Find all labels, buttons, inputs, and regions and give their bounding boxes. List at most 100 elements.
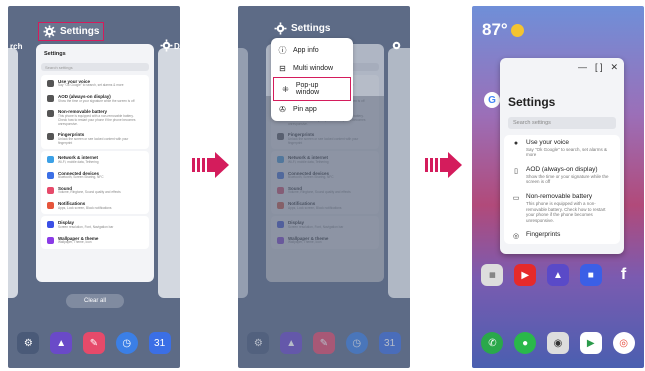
calendar-app-icon[interactable]: 31 <box>378 332 401 354</box>
settings-row[interactable]: Connected devices Bluetooth, Screen Shari… <box>41 168 149 183</box>
sound-icon <box>47 186 54 194</box>
facebook-icon[interactable]: f <box>613 264 635 286</box>
recents-screen-1: rch D Settings Settings Search settings … <box>8 6 180 368</box>
calendar-app-icon[interactable]: 31 <box>148 332 171 354</box>
camera-app-icon[interactable]: ◉ <box>546 332 569 354</box>
bell-icon <box>47 202 54 210</box>
gear-icon <box>160 39 173 52</box>
sun-icon <box>510 24 524 38</box>
notes-app-icon[interactable]: ✎ <box>82 332 105 354</box>
settings-group-2: Network & internet Wi-Fi, mobile data, Te… <box>41 151 149 215</box>
settings-row[interactable]: Non-removable batteryThis phone is equip… <box>41 106 149 129</box>
google-search-icon[interactable]: G <box>484 92 500 108</box>
row-subtitle: Wallpaper, Theme, Icon <box>58 240 92 245</box>
camera-video-icon[interactable]: ■ <box>579 264 602 286</box>
menu-item-label: Multi window <box>293 65 334 72</box>
app-context-menu: ⓘ App info ⊟ Multi window ⁜ Pop-up window ✇… <box>271 38 353 121</box>
settings-group-3: Display Screen resolution, Font, Navigati… <box>41 216 149 249</box>
settings-gear-icon <box>43 25 56 38</box>
popup-settings-row[interactable]: ● Use your voice Say "Ok Google" to search… <box>504 135 620 162</box>
minimize-icon[interactable]: — <box>578 62 587 73</box>
row-title: Non-removable battery <box>526 193 593 201</box>
menu-item-label: Pin app <box>293 106 317 113</box>
gallery-app-icon[interactable]: ▲ <box>50 332 73 354</box>
settings-row[interactable]: AOD (always-on display)Show the time or … <box>41 91 149 106</box>
row-subtitle: Say "Ok Google" to search, set alarms & … <box>526 146 607 158</box>
popup-search-field[interactable]: Search settings <box>508 117 616 129</box>
settings-app-card[interactable]: Settings Search settings Use your voice S… <box>36 44 154 282</box>
row-subtitle: Say "Ok Google" to search, set alarms & … <box>58 83 124 88</box>
gear-icon <box>392 41 401 50</box>
menu-item-popup-window[interactable]: ⁜ Pop-up window <box>273 77 351 101</box>
battery-icon: ▭ <box>512 195 520 203</box>
settings-row[interactable]: Fingerprints Unlock the screen or see loc… <box>41 129 149 148</box>
clear-all-button[interactable]: Clear all <box>66 294 124 308</box>
next-step-arrow <box>192 152 229 178</box>
gallery-app-icon[interactable]: ▲ <box>280 332 303 354</box>
dock: ⚙ ▲ ✎ ◷ 31 <box>12 326 176 360</box>
clock-app-icon[interactable]: ◷ <box>345 332 368 354</box>
next-step-arrow <box>425 152 462 178</box>
settings-app-icon[interactable]: ⚙ <box>17 332 40 354</box>
settings-row[interactable]: Notifications Apps, Lock screen, Block no… <box>41 198 149 213</box>
previous-app-card[interactable] <box>8 48 18 298</box>
settings-app-icon[interactable]: ⚙ <box>247 332 270 354</box>
chrome-icon[interactable]: ◎ <box>612 332 635 354</box>
settings-row[interactable]: Sound Volume, Ringtone, Sound quality and… <box>41 183 149 198</box>
clock-app-icon[interactable]: ◷ <box>115 332 138 354</box>
row-subtitle: Volume, Ringtone, Sound quality and effe… <box>58 190 121 195</box>
row-title: Use your voice <box>526 139 569 146</box>
popup-controls: — [ ] ✕ <box>500 58 624 77</box>
gallery-app-icon[interactable]: ▲ <box>546 264 569 286</box>
menu-item-pin-app[interactable]: ✇ Pin app <box>271 101 353 118</box>
popup-title: Settings <box>508 95 556 109</box>
settings-row[interactable]: Wallpaper & theme Wallpaper, Theme, Icon <box>41 233 149 248</box>
maximize-icon[interactable]: [ ] <box>595 62 603 73</box>
next-app-card[interactable] <box>388 48 410 298</box>
menu-item-label: Pop-up window <box>295 82 320 96</box>
close-icon[interactable]: ✕ <box>610 62 618 73</box>
settings-gear-icon <box>274 22 287 35</box>
menu-item-multi-window[interactable]: ⊟ Multi window <box>271 60 353 77</box>
popup-settings-row[interactable]: ▭ Non-removable battery This phone is equi… <box>504 189 620 227</box>
menu-scrim <box>266 96 384 282</box>
popup-settings-row[interactable]: ▯ AOD (always-on display) Show the time or… <box>504 162 620 189</box>
app-title-highlighted[interactable]: Settings <box>38 22 105 41</box>
pin-icon: ✇ <box>279 105 286 114</box>
next-app-card[interactable] <box>158 48 180 298</box>
row-subtitle: Screen resolution, Font, Navigation bar <box>58 224 114 229</box>
settings-row[interactable]: Network & internet Wi-Fi, mobile data, Te… <box>41 152 149 167</box>
recents-screen-2: Settings Settings Search settings Use yo… <box>238 6 410 368</box>
fingerprint-icon <box>47 133 54 141</box>
weather-widget[interactable]: 87° <box>482 20 524 40</box>
row-subtitle: This phone is equipped with a non-remova… <box>58 113 136 126</box>
mic-icon: ● <box>513 140 519 147</box>
home-apps-row: ▦ ▶ ▲ ■ f <box>476 264 640 286</box>
app-title-bar[interactable]: Settings <box>274 22 330 35</box>
notes-app-icon[interactable]: ✎ <box>312 332 335 354</box>
folder-icon[interactable]: ▦ <box>481 264 504 286</box>
settings-row[interactable]: Use your voiceSay "Ok Google" to search,… <box>41 76 149 91</box>
youtube-icon[interactable]: ▶ <box>514 264 537 286</box>
display-icon <box>47 221 54 229</box>
play-store-icon[interactable]: ▶ <box>579 332 602 354</box>
settings-row[interactable]: Display Screen resolution, Font, Navigati… <box>41 217 149 232</box>
previous-app-label: rch <box>10 42 23 51</box>
home-screen-with-popup: 87° G — [ ] ✕ Settings Search settings ●… <box>472 6 644 368</box>
messages-app-icon[interactable]: ● <box>514 332 537 354</box>
phone-icon <box>47 95 54 103</box>
row-subtitle: Show the time or your signature while th… <box>58 98 135 103</box>
phone-app-icon[interactable]: ✆ <box>481 332 504 354</box>
previous-app-card[interactable] <box>238 48 248 298</box>
settings-group-1: Use your voiceSay "Ok Google" to search,… <box>41 75 149 150</box>
app-title: Settings <box>60 26 100 37</box>
menu-item-app-info[interactable]: ⓘ App info <box>271 41 353 60</box>
battery-icon <box>47 110 54 118</box>
row-subtitle: Unlock the screen or see locked content … <box>58 136 129 145</box>
settings-popup-window[interactable]: — [ ] ✕ Settings Search settings ● Use yo… <box>500 58 624 254</box>
search-field[interactable]: Search settings <box>41 63 149 71</box>
popup-settings-row[interactable]: ◎ Fingerprints <box>504 227 620 244</box>
temperature: 87° <box>482 20 508 39</box>
row-title: Fingerprints <box>526 231 561 239</box>
row-subtitle: Wi-Fi, mobile data, Tethering <box>58 159 99 164</box>
